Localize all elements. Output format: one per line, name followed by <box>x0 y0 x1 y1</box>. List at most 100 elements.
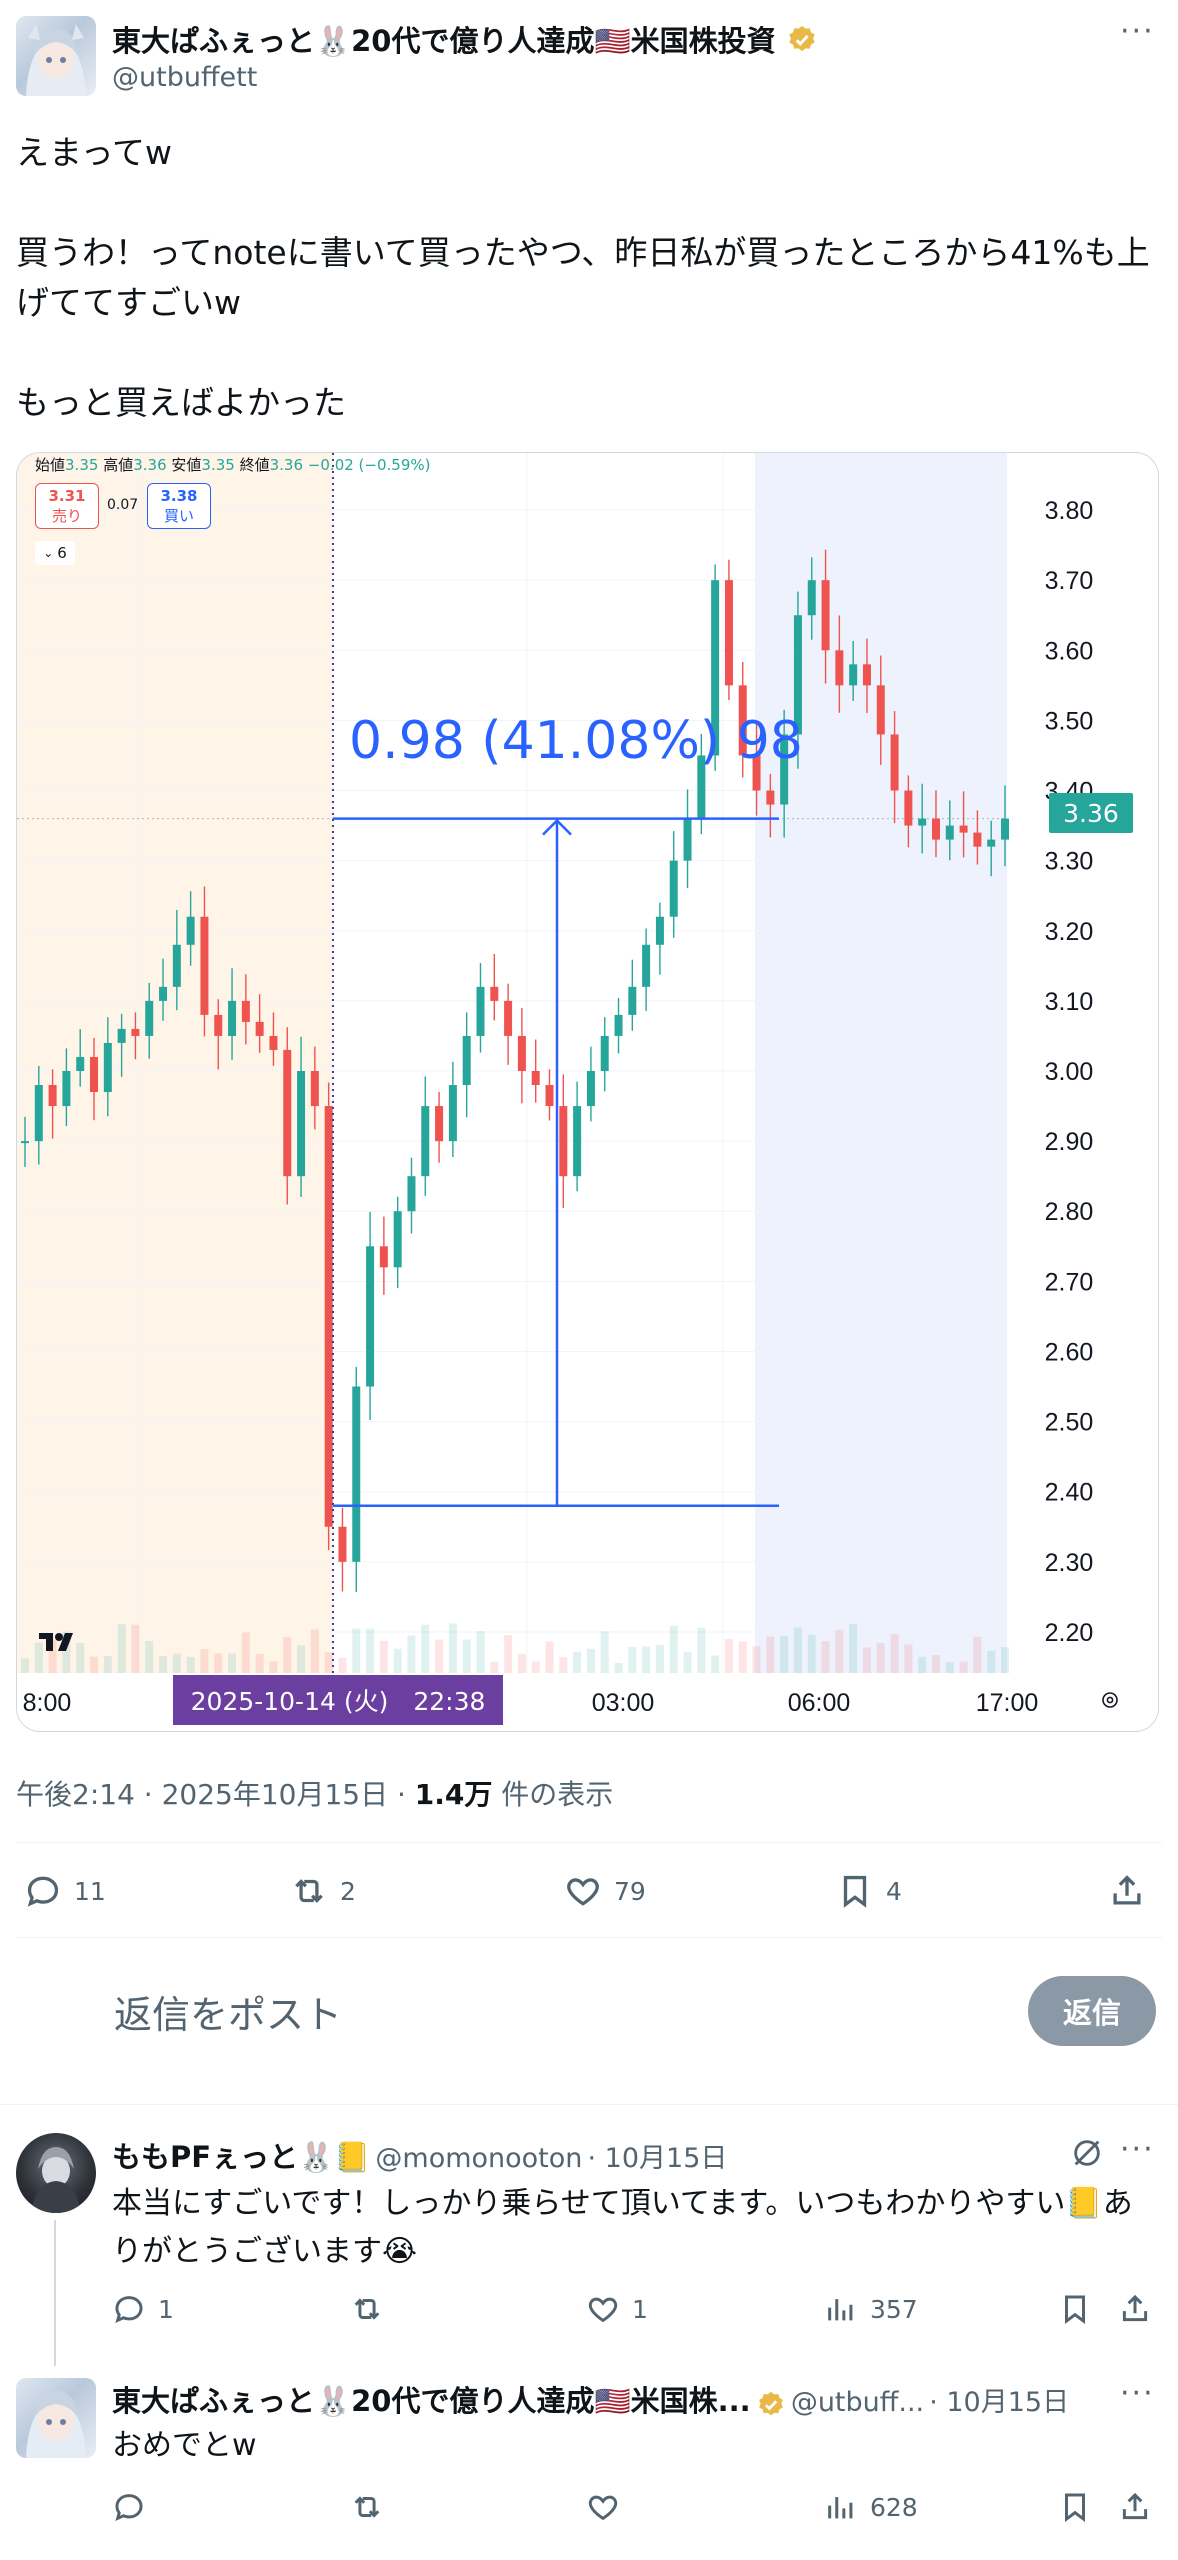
x-tick-label: 17:00 <box>976 1689 1039 1717</box>
reply-submit-button[interactable]: 返信 <box>1028 1976 1156 2046</box>
volume-bar <box>807 1634 816 1673</box>
more-options-icon[interactable]: ··· <box>1120 2132 1155 2167</box>
author-avatar[interactable] <box>16 16 96 96</box>
heart-icon <box>588 2495 618 2521</box>
bookmark-action[interactable]: 4 <box>836 1872 902 1910</box>
more-options-icon[interactable]: ··· <box>1120 14 1155 49</box>
reply-avatar[interactable] <box>16 2133 96 2213</box>
candle-body <box>504 1000 513 1036</box>
reply-reply-action[interactable]: 1 <box>112 2292 174 2326</box>
candle-body <box>48 1085 57 1107</box>
reply-compose-input[interactable]: 返信をポスト <box>114 1984 342 2039</box>
candle-body <box>476 986 485 1036</box>
candle-body <box>366 1246 375 1387</box>
reply-views-action[interactable]: 628 <box>824 2490 918 2524</box>
reply-author-name[interactable]: 東大ぱふぇっと🐰20代で億り人達成🇺🇸米国株... <box>112 2384 751 2418</box>
grok-icon[interactable] <box>1070 2136 1104 2174</box>
sell-price: 3.31 <box>48 487 86 505</box>
candle-body <box>448 1085 457 1142</box>
reply-bookmark-action[interactable] <box>1058 2292 1092 2326</box>
share-icon <box>1122 2294 1148 2322</box>
share-icon <box>1113 1875 1141 1905</box>
y-tick-label: 3.30 <box>1045 848 1094 876</box>
reply-share-action[interactable] <box>1118 2292 1152 2326</box>
volume-bar <box>1001 1647 1009 1673</box>
volume-bar <box>90 1656 99 1673</box>
y-tick-label: 3.20 <box>1045 918 1094 946</box>
verified-badge-icon <box>756 2390 786 2424</box>
volume-bar <box>642 1646 651 1673</box>
candle-body <box>849 664 858 686</box>
reply-date[interactable]: · 10月15日 <box>929 2387 1069 2418</box>
settings-gear-icon[interactable] <box>1099 1689 1121 1711</box>
reply-share-action[interactable] <box>1118 2490 1152 2524</box>
y-tick-label: 2.40 <box>1045 1479 1094 1507</box>
candle-body <box>586 1071 595 1107</box>
reply-avatar[interactable] <box>16 2378 96 2458</box>
like-action[interactable]: 79 <box>564 1872 646 1910</box>
more-options-icon[interactable]: ··· <box>1120 2376 1155 2411</box>
divider <box>16 1842 1162 1843</box>
author-name[interactable]: 東大ぱふぇっと🐰20代で億り人達成🇺🇸米国株投資 <box>112 24 776 58</box>
views-count: 357 <box>870 2294 918 2324</box>
volume-bar <box>959 1661 968 1673</box>
candle-body <box>407 1176 416 1212</box>
y-tick-label: 2.30 <box>1045 1549 1094 1577</box>
reply-reply-action[interactable] <box>112 2490 158 2524</box>
candle-body <box>683 818 692 861</box>
candle-body <box>821 580 830 651</box>
low-value: 3.35 <box>201 456 235 474</box>
candle-body <box>34 1085 43 1142</box>
reply-like-action[interactable]: 1 <box>586 2292 648 2326</box>
volume-bar <box>407 1635 416 1673</box>
author-handle[interactable]: @utbuffett <box>112 62 257 93</box>
indicator-toggle-button[interactable]: ⌄ 6 <box>35 541 75 565</box>
sell-button[interactable]: 3.31 売り <box>35 483 99 529</box>
reply-repost-action[interactable] <box>350 2490 396 2524</box>
candle-body <box>669 860 678 917</box>
volume-bar <box>476 1631 485 1673</box>
volume-bar <box>145 1640 154 1673</box>
reply-repost-action[interactable] <box>350 2292 396 2326</box>
volume-bar <box>614 1662 623 1673</box>
post-timestamp[interactable]: 午後2:14 · 2025年10月15日 · <box>16 1778 415 1811</box>
candle-body <box>338 1526 347 1562</box>
candle-body <box>462 1035 471 1086</box>
repost-action[interactable]: 2 <box>290 1872 356 1910</box>
candle-body <box>297 1071 306 1177</box>
reply-author-handle[interactable]: @momonooton <box>375 2143 582 2174</box>
reply-count: 1 <box>158 2294 174 2324</box>
reply-date[interactable]: · 10月15日 <box>588 2143 728 2174</box>
candle-body <box>310 1071 319 1107</box>
share-action[interactable] <box>1108 1872 1146 1910</box>
reply-author-name[interactable]: ももPFぇっと🐰📒 <box>112 2140 370 2174</box>
candle-body <box>283 1049 292 1177</box>
volume-bar <box>21 1658 29 1673</box>
cursor-date-label: 2025-10-14 (火) 22:38 <box>173 1675 503 1725</box>
y-tick-label: 2.90 <box>1045 1128 1094 1156</box>
volume-bar <box>862 1647 871 1673</box>
reply-action[interactable]: 11 <box>24 1872 106 1910</box>
reply-views-action[interactable]: 357 <box>824 2292 918 2326</box>
buy-button[interactable]: 3.38 買い <box>147 483 211 529</box>
chart-image[interactable]: 3.80 3.70 3.60 3.50 3.40 3.30 3.20 3.10 3.00 2.90… <box>16 452 1159 1732</box>
divider <box>16 1937 1162 1938</box>
reply-author-handle[interactable]: @utbuff... <box>791 2387 924 2418</box>
reply-bookmark-action[interactable] <box>1058 2490 1092 2524</box>
bookmark-icon <box>1065 2295 1085 2325</box>
candle-body <box>214 1014 223 1036</box>
volume-bar <box>310 1629 319 1673</box>
volume-bar <box>117 1624 126 1673</box>
reply-like-action[interactable] <box>586 2490 632 2524</box>
candle-body <box>600 1035 609 1071</box>
volume-bar <box>600 1631 609 1673</box>
volume-bar <box>683 1652 692 1673</box>
views-chart-icon <box>828 2299 853 2321</box>
volume-bar <box>393 1648 402 1673</box>
repost-count: 2 <box>340 1876 356 1906</box>
after-hours-session-area <box>755 453 1007 1673</box>
volume-bar <box>255 1654 264 1673</box>
tradingview-logo-icon <box>37 1629 81 1659</box>
bookmark-count: 4 <box>886 1876 902 1906</box>
volume-bar <box>586 1648 595 1673</box>
